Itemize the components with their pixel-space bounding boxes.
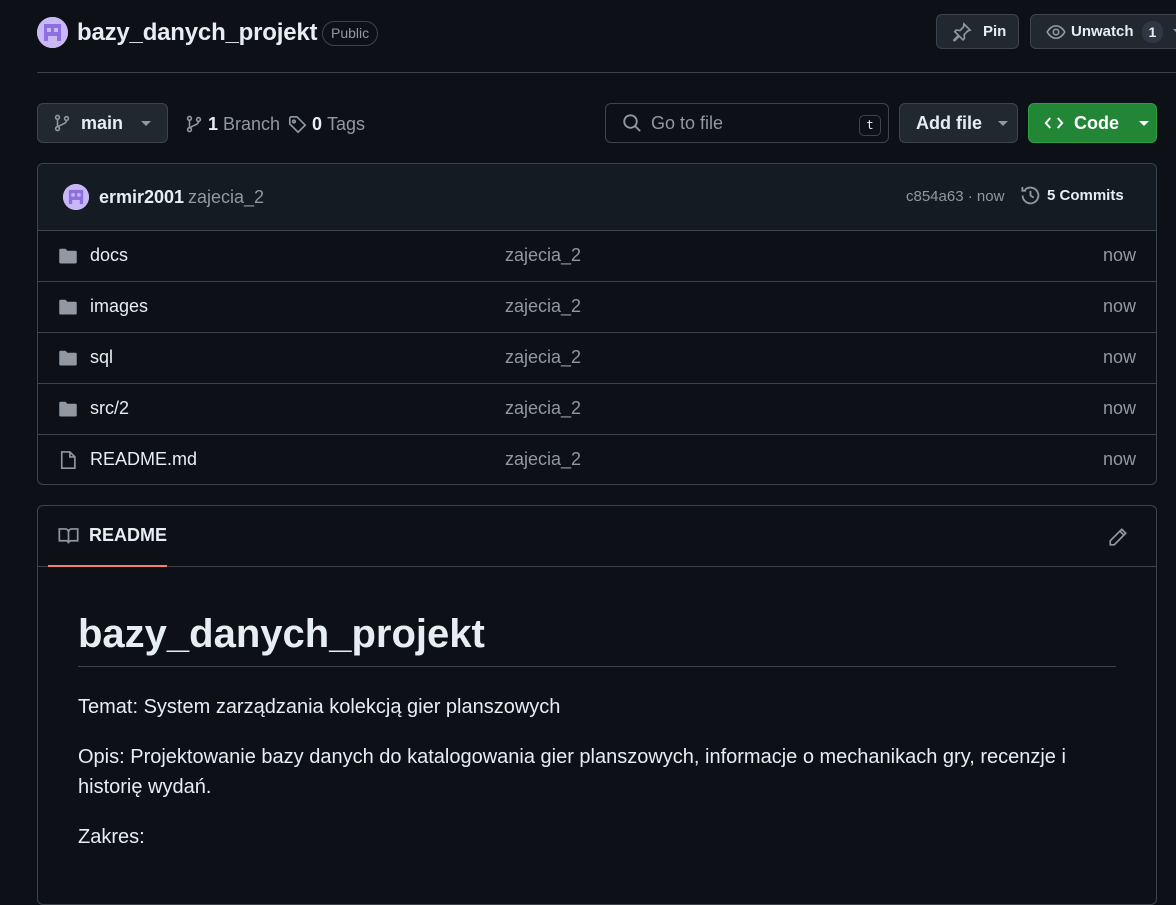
file-browser: ermir2001 zajecia_2 c854a63 · now 5 Comm… xyxy=(37,163,1157,485)
branches-link[interactable]: 1 Branch xyxy=(185,112,280,136)
file-icon xyxy=(58,450,78,470)
tag-count: 0 xyxy=(312,113,323,134)
readme-paragraph: Temat: System zarządzania kolekcją gier … xyxy=(78,696,561,718)
chevron-down-icon xyxy=(1139,120,1149,126)
code-icon xyxy=(1044,113,1064,133)
add-file-label: Add file xyxy=(916,112,982,133)
book-icon xyxy=(58,525,79,546)
add-file-button[interactable]: Add file xyxy=(899,103,1018,143)
readme-paragraph: Zakres: xyxy=(78,826,145,848)
file-row[interactable]: images zajecia_2 now xyxy=(38,282,1156,333)
tags-link[interactable]: 0 Tags xyxy=(288,112,365,136)
search-icon xyxy=(622,113,642,133)
chevron-down-icon xyxy=(998,120,1008,126)
branch-select-button[interactable]: main xyxy=(37,103,168,143)
readme-title: bazy_danych_projekt xyxy=(78,612,1116,667)
file-commit-time: now xyxy=(1102,398,1136,418)
file-commit-message[interactable]: zajecia_2 xyxy=(505,296,581,317)
file-commit-time: now xyxy=(1102,245,1136,265)
watch-button[interactable]: Unwatch 1 xyxy=(1030,14,1176,49)
commit-message[interactable]: zajecia_2 xyxy=(188,187,264,208)
file-commit-time: now xyxy=(1102,449,1136,469)
git-branch-icon xyxy=(53,114,71,132)
folder-icon xyxy=(58,348,78,368)
git-branch-icon xyxy=(185,115,203,133)
watch-label: Unwatch xyxy=(1071,23,1134,40)
code-label: Code xyxy=(1074,112,1119,133)
file-commit-message[interactable]: zajecia_2 xyxy=(505,245,581,266)
folder-icon xyxy=(58,246,78,266)
visibility-badge: Public xyxy=(322,21,379,46)
file-row[interactable]: src/2 zajecia_2 now xyxy=(38,384,1156,435)
file-commit-message[interactable]: zajecia_2 xyxy=(505,347,581,368)
file-commit-message[interactable]: zajecia_2 xyxy=(505,449,581,470)
code-button[interactable]: Code xyxy=(1028,103,1157,143)
pin-label: Pin xyxy=(983,23,1007,40)
tab-readme-label: README xyxy=(89,525,168,545)
commits-label: 5 Commits xyxy=(1047,187,1124,204)
go-to-file-search[interactable]: Go to file t xyxy=(605,103,889,143)
eye-icon xyxy=(1046,22,1066,42)
commits-link[interactable]: 5 Commits xyxy=(1020,185,1124,206)
pin-button[interactable]: Pin xyxy=(936,14,1019,49)
file-commit-message[interactable]: zajecia_2 xyxy=(505,398,581,419)
file-name-link[interactable]: sql xyxy=(90,347,113,368)
owner-avatar[interactable] xyxy=(37,17,68,48)
identicon-icon xyxy=(37,17,68,48)
folder-icon xyxy=(58,297,78,317)
file-commit-time: now xyxy=(1102,296,1136,316)
shortcut-key: t xyxy=(859,115,881,136)
tab-readme[interactable]: README xyxy=(48,506,167,567)
file-row[interactable]: docs zajecia_2 now xyxy=(38,231,1156,282)
search-placeholder: Go to file xyxy=(651,112,724,133)
tag-label: Tags xyxy=(327,113,366,134)
file-name-link[interactable]: README.md xyxy=(90,449,197,470)
branch-count: 1 xyxy=(208,113,219,134)
file-name-link[interactable]: images xyxy=(90,296,148,317)
file-row[interactable]: sql zajecia_2 now xyxy=(38,333,1156,384)
file-name-link[interactable]: src/2 xyxy=(90,398,129,419)
header-divider xyxy=(37,72,1176,73)
history-icon xyxy=(1020,185,1041,206)
pencil-icon[interactable] xyxy=(1108,527,1128,547)
author-avatar[interactable] xyxy=(63,184,89,210)
folder-icon xyxy=(58,399,78,419)
repo-name-link[interactable]: bazy_danych_projekt xyxy=(77,19,317,47)
branch-name: main xyxy=(81,112,124,133)
identicon-icon xyxy=(63,184,89,210)
commit-author[interactable]: ermir2001 xyxy=(99,187,184,208)
file-row[interactable]: README.md zajecia_2 now xyxy=(38,435,1156,484)
file-commit-time: now xyxy=(1102,347,1136,367)
watch-count: 1 xyxy=(1141,20,1164,43)
branch-label: Branch xyxy=(223,113,281,134)
repo-header: bazy_danych_projekt Public Pin Unwatch 1 xyxy=(0,0,1176,73)
file-name-link[interactable]: docs xyxy=(90,245,128,266)
pin-icon xyxy=(952,21,972,42)
latest-commit-bar: ermir2001 zajecia_2 c854a63 · now 5 Comm… xyxy=(38,164,1156,231)
chevron-down-icon xyxy=(141,120,152,126)
tag-icon xyxy=(288,115,307,134)
readme-panel: README bazy_danych_projekt Temat: System… xyxy=(37,505,1157,905)
commit-hash-time[interactable]: c854a63 · now xyxy=(906,188,1004,205)
readme-paragraph: Opis: Projektowanie bazy danych do katal… xyxy=(78,746,1066,798)
readme-tab-bar: README xyxy=(38,506,1156,567)
